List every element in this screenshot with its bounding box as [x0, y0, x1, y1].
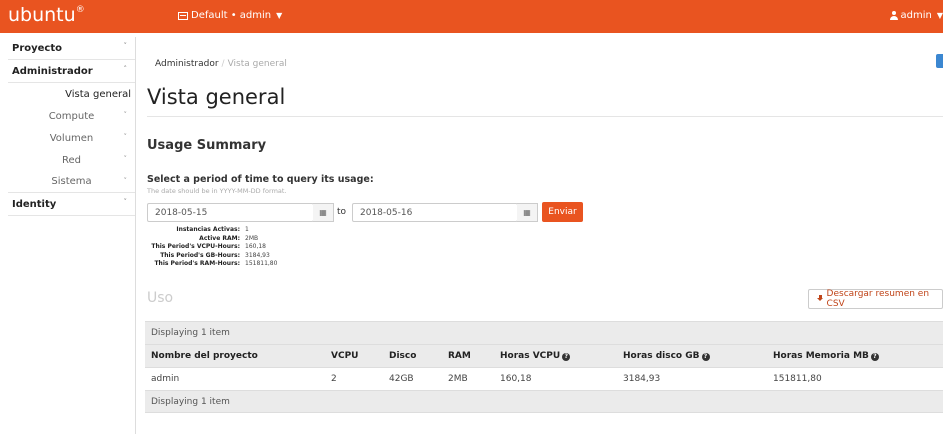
column-header-label: Horas disco GB	[623, 351, 700, 361]
end-date-input[interactable]: 2018-05-16	[352, 203, 518, 222]
calendar-icon[interactable]: ▦	[517, 203, 538, 222]
sidebar-item-label: Red	[62, 154, 81, 166]
sidebar-item-identity[interactable]: Identity ˅	[8, 193, 135, 216]
download-icon	[817, 295, 824, 303]
column-header[interactable]: Disco	[389, 351, 416, 361]
logo-text: ubuntu	[8, 4, 76, 26]
sidebar: Proyecto ˅ Administrador ˄ Vista general…	[8, 37, 136, 434]
chevron-down-icon: ˅	[123, 133, 128, 141]
sidebar-item-administrador[interactable]: Administrador ˄	[8, 60, 135, 83]
sidebar-item-vista-general[interactable]: Vista general	[8, 83, 135, 105]
chevron-down-icon: ˅	[123, 42, 128, 50]
table-cell: 2MB	[448, 374, 468, 384]
table-cell: admin	[151, 374, 180, 384]
column-header[interactable]: RAM	[448, 351, 471, 361]
stat-row: Active RAM: 2MB	[147, 235, 277, 244]
breadcrumb-current: Vista general	[227, 59, 287, 69]
stat-row: Instancias Activas: 1	[147, 226, 277, 235]
sidebar-item-sistema[interactable]: Sistema ˅	[8, 171, 135, 193]
sidebar-item-proyecto[interactable]: Proyecto ˅	[8, 37, 135, 60]
usage-stats: Instancias Activas: 1 Active RAM: 2MB This…	[147, 226, 277, 269]
table-count-bottom: Displaying 1 item	[145, 390, 943, 413]
sidebar-item-label: Proyecto	[12, 42, 63, 54]
question-circle-icon[interactable]: ?	[701, 353, 710, 361]
question-circle-icon[interactable]: ?	[562, 353, 571, 361]
user-icon	[889, 11, 898, 20]
stat-value: 151811,80	[245, 260, 278, 267]
stat-value: 1	[245, 226, 249, 233]
title-divider	[147, 116, 943, 117]
download-csv-button[interactable]: Descargar resumen en CSV	[808, 289, 943, 309]
period-help-text: The date should be in YYYY-MM-DD format.	[147, 187, 287, 195]
stat-row: This Period's GB-Hours: 3184,93	[147, 252, 277, 261]
ubuntu-logo[interactable]: ubuntu®	[8, 4, 85, 26]
column-header-label: Horas VCPU	[500, 351, 561, 361]
project-selector-label: Default • admin	[191, 10, 272, 21]
to-label: to	[337, 207, 347, 217]
chevron-down-icon: ˅	[123, 198, 128, 206]
project-list-icon	[178, 11, 188, 20]
table-cell: 3184,93	[623, 374, 661, 384]
calendar-icon[interactable]: ▦	[313, 203, 334, 222]
stat-label: This Period's VCPU-Hours:	[151, 243, 240, 250]
table-cell: 42GB	[389, 374, 414, 384]
column-header[interactable]: VCPU	[331, 351, 358, 361]
page-title: Vista general	[147, 85, 286, 109]
sidebar-item-label: Volumen	[49, 132, 94, 144]
sidebar-item-red[interactable]: Red ˅	[8, 149, 135, 171]
period-label: Select a period of time to query its usa…	[147, 174, 374, 185]
sidebar-item-compute[interactable]: Compute ˅	[8, 105, 135, 127]
download-csv-label: Descargar resumen en CSV	[826, 289, 930, 309]
column-header-horas-memoria[interactable]: Horas Memoria MB?	[773, 351, 879, 361]
stat-label: Instancias Activas:	[176, 226, 240, 233]
column-header[interactable]: Nombre del proyecto	[151, 351, 258, 361]
table-cell: 151811,80	[773, 374, 822, 384]
chevron-down-icon: ˅	[123, 111, 128, 119]
sidebar-item-label: Compute	[48, 110, 95, 122]
usage-heading: Uso	[147, 290, 174, 306]
stat-value: 160,18	[245, 243, 266, 250]
column-header-horas-disco[interactable]: Horas disco GB?	[623, 351, 710, 361]
table-count-top: Displaying 1 item	[145, 321, 943, 344]
question-circle-icon[interactable]: ?	[870, 353, 879, 361]
breadcrumb-root[interactable]: Administrador	[155, 59, 219, 69]
stat-row: This Period's RAM-Hours: 151811,80	[147, 260, 277, 269]
side-panel-toggle[interactable]	[936, 54, 943, 68]
table-cell: 160,18	[500, 374, 532, 384]
usage-table: Displaying 1 item Nombre del proyecto VC…	[145, 321, 943, 413]
stat-label: Active RAM:	[199, 234, 240, 242]
table-header: Nombre del proyecto VCPU Disco RAM Horas…	[145, 344, 943, 367]
sidebar-item-volumen[interactable]: Volumen ˅	[8, 127, 135, 149]
stat-row: This Period's VCPU-Hours: 160,18	[147, 243, 277, 252]
table-row: admin 2 42GB 2MB 160,18 3184,93 151811,8…	[145, 367, 943, 390]
submit-button[interactable]: Enviar	[542, 202, 583, 222]
breadcrumb: Administrador / Vista general	[155, 59, 287, 69]
chevron-down-icon: ˅	[123, 177, 128, 185]
user-menu-label: admin	[900, 10, 932, 21]
caret-down-icon: ▼	[936, 11, 943, 20]
stat-value: 3184,93	[245, 251, 270, 259]
logo-mark: ®	[75, 4, 85, 15]
column-header-label: Horas Memoria MB	[773, 351, 869, 361]
top-navbar: ubuntu® Default • admin ▼ admin ▼	[0, 0, 943, 33]
user-menu[interactable]: admin ▼	[889, 10, 943, 21]
project-selector[interactable]: Default • admin ▼	[178, 10, 282, 21]
sidebar-item-label: Vista general	[65, 88, 131, 100]
caret-down-icon: ▼	[276, 11, 283, 20]
chevron-up-icon: ˄	[123, 65, 128, 73]
sidebar-item-label: Sistema	[51, 176, 92, 187]
stat-value: 2MB	[245, 234, 259, 242]
chevron-down-icon: ˅	[123, 155, 128, 163]
table-cell: 2	[331, 374, 337, 384]
sidebar-item-label: Identity	[12, 198, 57, 210]
stat-label: This Period's GB-Hours:	[160, 251, 240, 259]
column-header-horas-vcpu[interactable]: Horas VCPU?	[500, 351, 571, 361]
usage-summary-heading: Usage Summary	[147, 138, 267, 153]
breadcrumb-separator: /	[221, 59, 225, 69]
start-date-input[interactable]: 2018-05-15	[147, 203, 314, 222]
sidebar-item-label: Administrador	[12, 65, 93, 77]
stat-label: This Period's RAM-Hours:	[154, 260, 240, 267]
